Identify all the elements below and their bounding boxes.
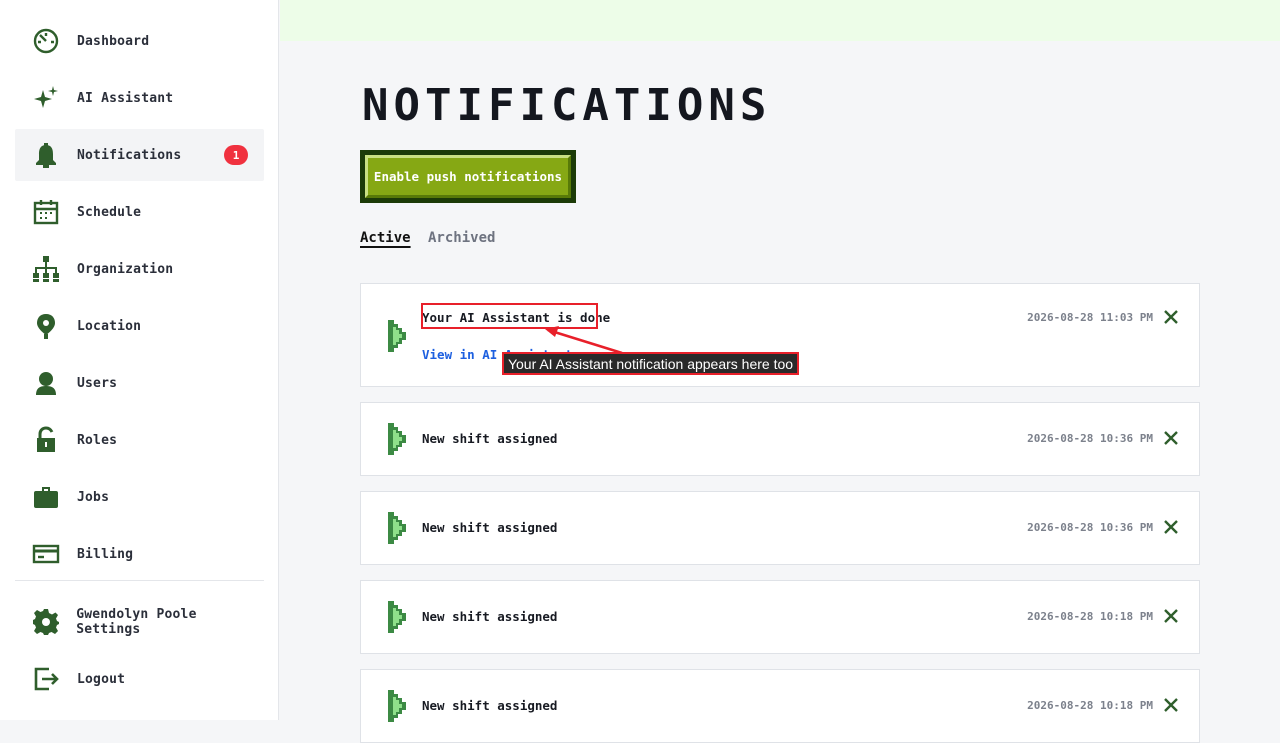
notification-card[interactable]: New shift assigned 2026-08-28 10:36 PM bbox=[360, 491, 1200, 565]
sidebar-item-label: Schedule bbox=[77, 204, 142, 220]
notification-arrow-icon bbox=[388, 690, 406, 722]
enable-push-notifications-button[interactable]: Enable push notifications bbox=[360, 150, 576, 203]
logout-label: Logout bbox=[77, 671, 126, 687]
user-icon bbox=[30, 367, 62, 399]
notification-arrow-icon bbox=[388, 512, 406, 544]
tab-active[interactable]: Active bbox=[360, 230, 411, 246]
sidebar-item-label: Users bbox=[77, 375, 118, 391]
notification-card[interactable]: New shift assigned 2026-08-28 10:18 PM bbox=[360, 580, 1200, 654]
annotation-callout: Your AI Assistant notification appears h… bbox=[502, 352, 799, 375]
notification-timestamp: 2026-08-28 10:18 PM bbox=[1027, 610, 1153, 623]
notification-timestamp: 2026-08-28 11:03 PM bbox=[1027, 311, 1153, 324]
sidebar-item-jobs[interactable]: Jobs bbox=[15, 471, 264, 523]
sidebar-item-dashboard[interactable]: Dashboard bbox=[15, 15, 264, 67]
calendar-icon bbox=[30, 196, 62, 228]
notification-timestamp: 2026-08-28 10:18 PM bbox=[1027, 699, 1153, 712]
gear-icon bbox=[30, 606, 61, 638]
push-button-label: Enable push notifications bbox=[365, 155, 571, 198]
sidebar-item-ai-assistant[interactable]: AI Assistant bbox=[15, 72, 264, 124]
sidebar-item-organization[interactable]: Organization bbox=[15, 243, 264, 295]
close-icon[interactable] bbox=[1163, 697, 1179, 713]
sidebar-item-label: Jobs bbox=[77, 489, 110, 505]
sidebar-item-label: Notifications bbox=[77, 147, 182, 163]
notification-title: New shift assigned bbox=[422, 609, 558, 624]
sidebar-item-label: AI Assistant bbox=[77, 90, 174, 106]
close-icon[interactable] bbox=[1163, 608, 1179, 624]
notification-title: New shift assigned bbox=[422, 698, 558, 713]
sidebar-item-label: Organization bbox=[77, 261, 174, 277]
notification-arrow-icon bbox=[388, 423, 406, 455]
notification-arrow-icon bbox=[388, 601, 406, 633]
notification-title: New shift assigned bbox=[422, 431, 558, 446]
notification-title: Your AI Assistant is done bbox=[422, 310, 611, 325]
padlock-icon bbox=[30, 424, 62, 456]
notification-arrow-icon bbox=[388, 320, 406, 352]
logout-icon bbox=[30, 663, 62, 695]
notification-timestamp: 2026-08-28 10:36 PM bbox=[1027, 432, 1153, 445]
close-icon[interactable] bbox=[1163, 309, 1179, 325]
sidebar-item-billing[interactable]: Billing bbox=[15, 528, 264, 580]
close-icon[interactable] bbox=[1163, 519, 1179, 535]
notification-title: New shift assigned bbox=[422, 520, 558, 535]
notification-count-badge: 1 bbox=[224, 145, 248, 165]
sidebar-item-users[interactable]: Users bbox=[15, 357, 264, 409]
briefcase-icon bbox=[30, 481, 62, 513]
dashboard-icon bbox=[30, 25, 62, 57]
sidebar-item-schedule[interactable]: Schedule bbox=[15, 186, 264, 238]
location-pin-icon bbox=[30, 310, 62, 342]
sidebar-divider bbox=[15, 580, 264, 581]
tab-archived[interactable]: Archived bbox=[428, 230, 495, 246]
sidebar-item-settings[interactable]: Gwendolyn Poole Settings bbox=[15, 596, 264, 648]
sidebar: Dashboard AI Assistant Notifications 1 S… bbox=[0, 0, 279, 720]
notification-card[interactable]: New shift assigned 2026-08-28 10:36 PM bbox=[360, 402, 1200, 476]
sidebar-item-label: Billing bbox=[77, 546, 134, 562]
top-bar bbox=[280, 0, 1280, 41]
credit-card-icon bbox=[30, 538, 62, 570]
page-title: NOTIFICATIONS bbox=[362, 80, 772, 131]
org-chart-icon bbox=[30, 253, 62, 285]
close-icon[interactable] bbox=[1163, 430, 1179, 446]
sidebar-item-logout[interactable]: Logout bbox=[15, 653, 264, 705]
sidebar-item-notifications[interactable]: Notifications 1 bbox=[15, 129, 264, 181]
sidebar-item-roles[interactable]: Roles bbox=[15, 414, 264, 466]
bell-icon bbox=[30, 139, 62, 171]
sidebar-item-label: Location bbox=[77, 318, 142, 334]
sidebar-item-label: Roles bbox=[77, 432, 118, 448]
sidebar-item-location[interactable]: Location bbox=[15, 300, 264, 352]
sparkle-icon bbox=[30, 82, 62, 114]
settings-label: Gwendolyn Poole Settings bbox=[76, 607, 197, 637]
sidebar-item-label: Dashboard bbox=[77, 33, 150, 49]
notification-card[interactable]: New shift assigned 2026-08-28 10:18 PM bbox=[360, 669, 1200, 743]
notification-timestamp: 2026-08-28 10:36 PM bbox=[1027, 521, 1153, 534]
